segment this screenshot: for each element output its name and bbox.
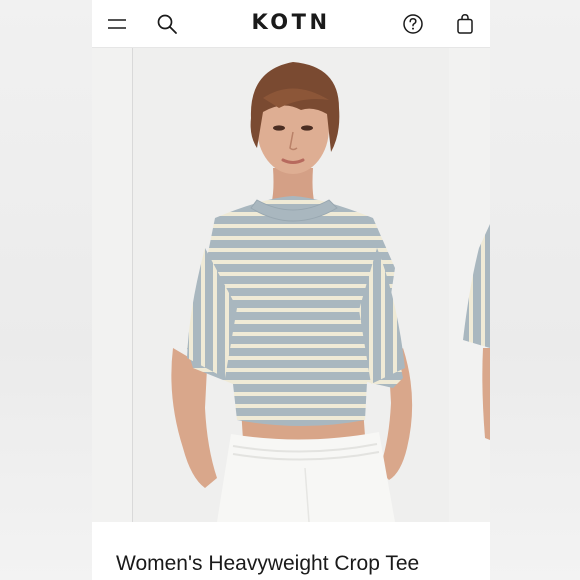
previous-slide-edge[interactable] — [92, 48, 132, 522]
top-navigation-bar: KOTN — [92, 0, 490, 48]
brand-logo[interactable]: KOTN — [92, 10, 490, 34]
background-right — [488, 0, 580, 580]
next-slide-preview[interactable] — [449, 48, 490, 522]
product-info: Women's Heavyweight Crop Tee — [92, 522, 490, 580]
product-image-carousel[interactable] — [92, 48, 490, 522]
phone-screen: KOTN Women's Heavyweight Crop Tee — [92, 0, 490, 580]
product-title: Women's Heavyweight Crop Tee — [116, 552, 420, 575]
help-icon[interactable] — [400, 11, 426, 37]
shopping-bag-icon[interactable] — [452, 11, 478, 37]
background-left — [0, 0, 92, 580]
product-photo[interactable] — [132, 48, 450, 522]
